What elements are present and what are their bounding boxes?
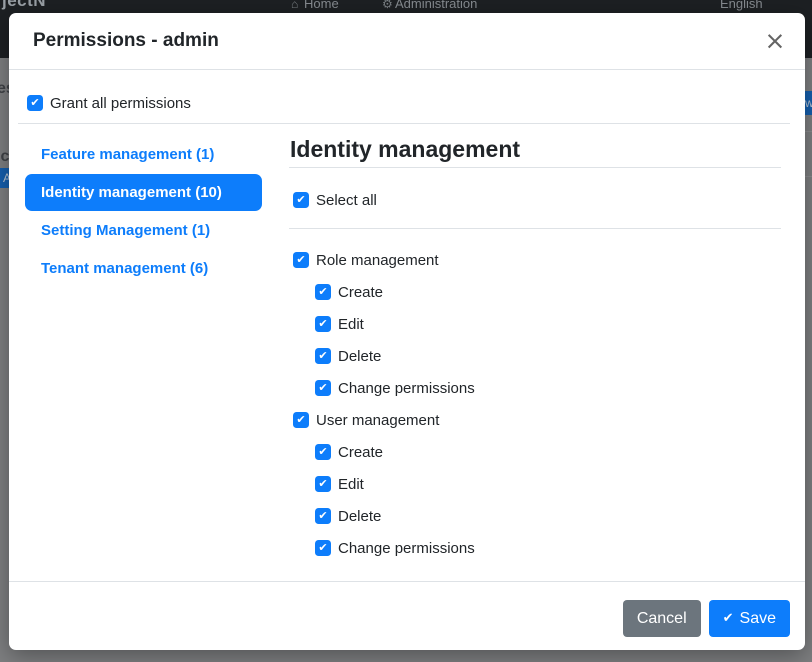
checkbox-label-delete[interactable]: Delete [338,348,381,365]
tab-setting-management-1[interactable]: Setting Management (1) [25,212,262,249]
checkbox-delete[interactable]: ✔ [315,508,331,524]
permission-row-edit: ✔ Edit [289,308,781,340]
modal-header: Permissions - admin × [9,13,805,70]
checkbox-label-change-permissions[interactable]: Change permissions [338,540,475,557]
tab-feature-management-1[interactable]: Feature management (1) [25,136,262,173]
divider [18,123,790,124]
permission-row-change-permissions: ✔ Change permissions [289,372,781,404]
permission-panel: Identity management ✔ Select all ✔ Role m… [289,133,781,564]
permission-row-create: ✔ Create [289,436,781,468]
permission-row-delete: ✔ Delete [289,500,781,532]
brand-logo: jectN [2,0,46,11]
close-icon[interactable]: × [758,22,792,60]
checkbox-delete[interactable]: ✔ [315,348,331,364]
checkbox-user-management[interactable]: ✔ [293,412,309,428]
checkbox-label-edit[interactable]: Edit [338,476,364,493]
checkbox-label-delete[interactable]: Delete [338,508,381,525]
permission-row-delete: ✔ Delete [289,340,781,372]
check-icon: ✔ [723,611,734,626]
modal-footer: Cancel ✔ Save [9,581,805,650]
checkbox-edit[interactable]: ✔ [315,476,331,492]
save-button-label: Save [740,610,776,628]
tab-identity-management-10[interactable]: Identity management (10) [25,174,262,211]
checkbox-edit[interactable]: ✔ [315,316,331,332]
checkbox-label-edit[interactable]: Edit [338,316,364,333]
permission-row-role-management: ✔ Role management [289,244,781,276]
grant-all-label[interactable]: Grant all permissions [50,95,191,112]
save-button[interactable]: ✔ Save [709,600,790,637]
checkbox-create[interactable]: ✔ [315,444,331,460]
permission-group-tabs: Feature management (1)Identity managemen… [25,136,262,288]
checkbox-label-change-permissions[interactable]: Change permissions [338,380,475,397]
modal-title: Permissions - admin [33,30,219,52]
permission-row-change-permissions: ✔ Change permissions [289,532,781,564]
checkbox-label-user-management[interactable]: User management [316,412,439,429]
panel-title: Identity management [290,133,781,165]
nav-item-language: English [720,0,763,11]
checkbox-label-role-management[interactable]: Role management [316,252,439,269]
background-table-border [804,131,812,132]
checkbox-label-create[interactable]: Create [338,284,383,301]
tab-tenant-management-6[interactable]: Tenant management (6) [25,250,262,287]
select-all-label[interactable]: Select all [316,192,377,209]
select-all-row: ✔ Select all [289,184,781,216]
checkbox-role-management[interactable]: ✔ [293,252,309,268]
nav-item-administration: Administration [395,0,477,11]
divider [289,167,781,168]
permissions-modal: Permissions - admin × ✔ Grant all permis… [9,13,805,650]
footer-buttons: Cancel ✔ Save [623,600,790,637]
checkbox-create[interactable]: ✔ [315,284,331,300]
background-new-role-button-fragment: w [804,91,812,115]
cancel-button[interactable]: Cancel [623,600,701,637]
administration-icon: ⚙ [382,0,393,11]
checkbox-label-create[interactable]: Create [338,444,383,461]
divider [289,228,781,229]
home-icon: ⌂ [291,0,298,11]
permission-row-create: ✔ Create [289,276,781,308]
background-table-header-fragment: ic [0,148,9,166]
background-actions-button-fragment: A [0,168,9,188]
checkbox-change-permissions[interactable]: ✔ [315,380,331,396]
select-all-checkbox[interactable]: ✔ [293,192,309,208]
grant-all-permissions-row: ✔ Grant all permissions [27,87,191,119]
permission-tree: ✔ Role management ✔ Create ✔ Edit ✔ Delete ✔ Chan… [289,244,781,564]
permission-row-user-management: ✔ User management [289,404,781,436]
background-table-border [804,176,812,177]
checkbox-change-permissions[interactable]: ✔ [315,540,331,556]
grant-all-checkbox[interactable]: ✔ [27,95,43,111]
permission-row-edit: ✔ Edit [289,468,781,500]
nav-item-home: Home [304,0,339,11]
